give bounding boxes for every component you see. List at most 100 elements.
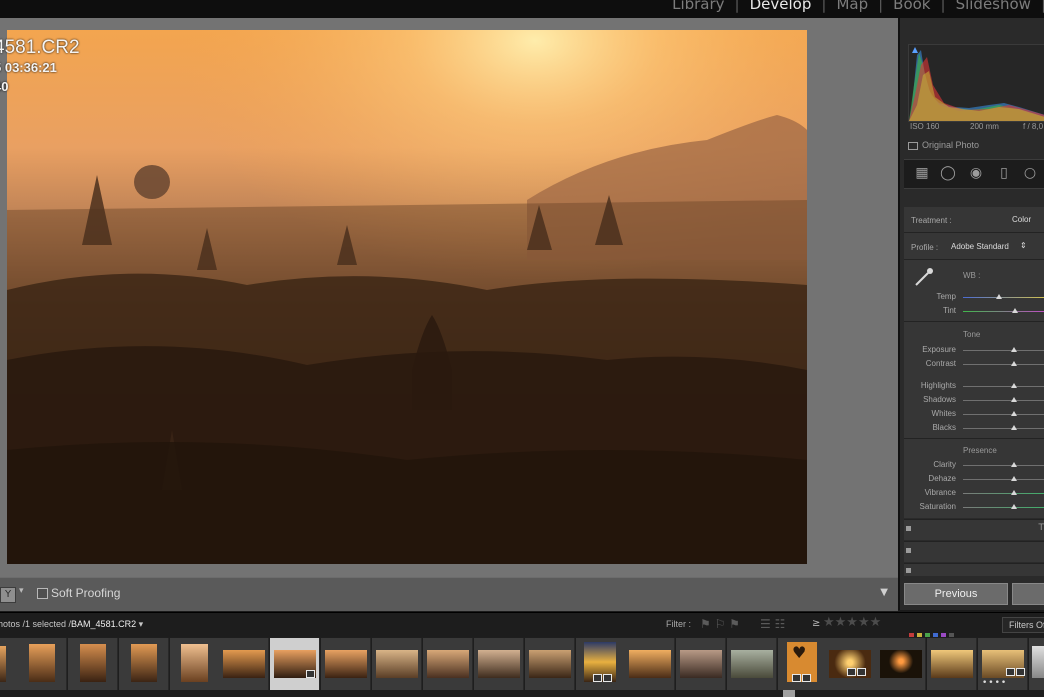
- original-photo-label: Original Photo: [922, 140, 980, 150]
- filmstrip-thumb[interactable]: [676, 638, 726, 690]
- rating-stars-filter[interactable]: ★★★★★: [823, 615, 881, 630]
- main-photo[interactable]: [7, 30, 807, 564]
- edited-badge-icon: [1006, 668, 1015, 676]
- filmstrip-thumb[interactable]: ♥: [778, 638, 828, 690]
- reset-button[interactable]: [1012, 583, 1044, 605]
- module-map[interactable]: Map: [830, 0, 874, 13]
- filmstrip-thumb-selected[interactable]: [270, 638, 320, 690]
- graduated-filter-icon[interactable]: ▯: [996, 165, 1012, 181]
- radial-filter-icon[interactable]: ○: [1022, 165, 1038, 181]
- filmstrip: ♥ ••••: [0, 637, 1044, 697]
- clarity-slider-thumb[interactable]: [1011, 462, 1017, 467]
- temp-slider-thumb[interactable]: [996, 294, 1002, 299]
- highlights-slider-thumb[interactable]: [1011, 383, 1017, 388]
- profile-dropdown[interactable]: Adobe Standard: [951, 242, 1009, 251]
- panel-toggle-icon[interactable]: [906, 548, 911, 553]
- spot-removal-icon[interactable]: ◯: [940, 165, 956, 181]
- contrast-slider-thumb[interactable]: [1011, 361, 1017, 366]
- previous-button[interactable]: Previous: [904, 583, 1008, 605]
- filmstrip-path-file[interactable]: BAM_4581.CR2: [71, 619, 136, 629]
- module-book[interactable]: Book: [887, 0, 936, 13]
- filmstrip-header: hotos /1 selected /BAM_4581.CR2 ▾ Filter…: [0, 612, 1044, 638]
- eyedropper-icon[interactable]: [912, 265, 936, 289]
- tint-slider-thumb[interactable]: [1012, 308, 1018, 313]
- shadows-slider[interactable]: [963, 400, 1044, 401]
- flag-filter-icons[interactable]: ⚑ ⚐ ⚑: [700, 617, 740, 631]
- filmstrip-thumb[interactable]: [68, 638, 118, 690]
- basic-panel: Treatment : Color Profile : Adobe Standa…: [904, 207, 1044, 518]
- crop-badge-icon: [603, 674, 612, 682]
- red-eye-icon[interactable]: ◉: [968, 165, 984, 181]
- crop-badge-icon: [1016, 668, 1025, 676]
- view-mode-button[interactable]: Y: [0, 587, 16, 603]
- exposure-slider-thumb[interactable]: [1011, 347, 1017, 352]
- vibrance-slider-thumb[interactable]: [1011, 490, 1017, 495]
- histogram[interactable]: [908, 44, 1044, 122]
- path-dropdown-icon[interactable]: ▾: [139, 619, 144, 629]
- filmstrip-thumb[interactable]: [170, 638, 220, 690]
- dehaze-slider-thumb[interactable]: [1011, 476, 1017, 481]
- whites-slider-thumb[interactable]: [1011, 411, 1017, 416]
- panel-toggle-icon[interactable]: [906, 526, 911, 531]
- filmstrip-thumb[interactable]: [576, 638, 626, 690]
- histogram-focal: 200 mm: [970, 122, 999, 131]
- filmstrip-thumb[interactable]: [727, 638, 777, 690]
- wb-label: WB :: [963, 271, 981, 280]
- saturation-slider-thumb[interactable]: [1011, 504, 1017, 509]
- treatment-color[interactable]: Color: [1012, 215, 1031, 224]
- clarity-slider[interactable]: [963, 465, 1044, 466]
- filmstrip-thumb[interactable]: [1029, 638, 1044, 690]
- filmstrip-scrollbar-thumb[interactable]: [783, 690, 795, 697]
- blacks-slider[interactable]: [963, 428, 1044, 429]
- filmstrip-source-path[interactable]: hotos /1 selected /BAM_4581.CR2 ▾: [0, 619, 143, 630]
- collapsed-panel-3[interactable]: [904, 563, 1044, 576]
- vibrance-slider[interactable]: [963, 493, 1044, 494]
- exposure-slider[interactable]: [963, 350, 1044, 351]
- filmstrip-thumb[interactable]: [119, 638, 169, 690]
- saturation-slider[interactable]: [963, 507, 1044, 508]
- collapsed-panel-tone-curve[interactable]: T: [904, 519, 1044, 540]
- contrast-slider[interactable]: [963, 364, 1044, 365]
- temp-slider[interactable]: [963, 297, 1044, 298]
- whites-slider[interactable]: [963, 414, 1044, 415]
- edited-badge-icon: [847, 668, 856, 676]
- view-mode-dropdown-icon[interactable]: ▾: [19, 586, 24, 596]
- filmstrip-thumb[interactable]: [876, 638, 926, 690]
- highlights-slider[interactable]: [963, 386, 1044, 387]
- filmstrip-thumb[interactable]: [372, 638, 422, 690]
- blacks-slider-thumb[interactable]: [1011, 425, 1017, 430]
- toolbar: Y ▾ Soft Proofing ▼: [0, 577, 898, 611]
- module-slideshow[interactable]: Slideshow: [950, 0, 1037, 13]
- filmstrip-thumb[interactable]: [827, 638, 877, 690]
- module-library[interactable]: Library: [666, 0, 730, 13]
- lock-filter-icons[interactable]: ☰ ☷: [760, 617, 785, 631]
- crop-overlay-icon[interactable]: ▦: [914, 165, 930, 181]
- shadows-slider-thumb[interactable]: [1011, 397, 1017, 402]
- tint-slider[interactable]: [963, 311, 1044, 312]
- panel-toggle-icon[interactable]: [906, 568, 911, 573]
- filmstrip-thumb[interactable]: [927, 638, 977, 690]
- tone-header: Tone: [963, 330, 981, 339]
- presence-header: Presence: [963, 446, 997, 455]
- filmstrip-thumb[interactable]: [525, 638, 575, 690]
- edited-badge-icon: [306, 670, 315, 678]
- crop-badge-icon: [857, 668, 866, 676]
- filmstrip-thumb[interactable]: [219, 638, 269, 690]
- dehaze-label: Dehaze: [928, 474, 956, 483]
- filters-off-dropdown[interactable]: Filters Of: [1002, 617, 1044, 633]
- dehaze-slider[interactable]: [963, 479, 1044, 480]
- filmstrip-thumb[interactable]: [17, 638, 67, 690]
- collapsed-panel-2[interactable]: [904, 541, 1044, 562]
- filmstrip-thumb[interactable]: [474, 638, 524, 690]
- filmstrip-thumb[interactable]: ••••: [978, 638, 1028, 690]
- exposure-label: Exposure: [922, 345, 956, 354]
- profile-dropdown-icon[interactable]: ⇕: [1020, 241, 1027, 250]
- highlights-label: Highlights: [920, 381, 956, 390]
- filmstrip-thumb[interactable]: [321, 638, 371, 690]
- filmstrip-thumb[interactable]: [423, 638, 473, 690]
- filmstrip-thumb[interactable]: [625, 638, 675, 690]
- toolbar-menu-icon[interactable]: ▼: [880, 587, 888, 598]
- soft-proofing-checkbox[interactable]: [37, 588, 48, 599]
- module-develop[interactable]: Develop: [744, 0, 818, 13]
- rating-comparator[interactable]: ≥: [812, 618, 820, 629]
